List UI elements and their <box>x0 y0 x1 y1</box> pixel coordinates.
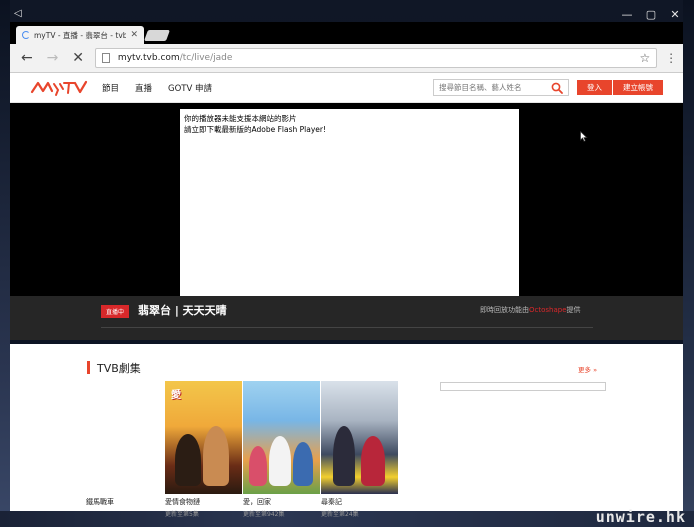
loading-spinner-icon <box>22 31 30 39</box>
octoshape-credit: 即時回放功能由Octoshape提供 <box>480 305 581 315</box>
url-path: /tc/live/jade <box>179 53 233 63</box>
octo-suffix: 提供 <box>566 306 581 314</box>
octoshape-link[interactable]: Octoshape <box>529 306 567 314</box>
back-arrow-icon[interactable]: ← <box>14 50 40 66</box>
flash-warning-line1: 你的播放器未能支援本網站的影片 <box>184 114 297 123</box>
poster-figure <box>361 436 385 486</box>
mouse-cursor-icon <box>580 131 588 142</box>
drama-title: 愛情食物鏈 <box>165 498 200 506</box>
new-tab-button[interactable] <box>143 30 171 41</box>
poster-figure <box>249 446 267 486</box>
drama-title: 鐵馬戰車 <box>86 498 114 506</box>
address-bar[interactable]: mytv.tvb.com /tc/live/jade ☆ <box>94 48 658 68</box>
mytv-logo[interactable] <box>30 78 88 98</box>
search-icon[interactable] <box>551 82 563 94</box>
drama-episode: 更新至第942集 <box>243 511 285 518</box>
back-icon[interactable]: ◁ <box>14 8 22 19</box>
drama-item[interactable]: 愛情食物鏈 更新至第5集 <box>165 497 200 518</box>
poster-come-home-love[interactable] <box>243 381 320 494</box>
drama-episode: 更新至第5集 <box>165 511 199 518</box>
tab-title: myTV - 直播 - 翡翠台 - tvb.co <box>34 30 127 40</box>
site-nav: 節目 直播 GOTV 申請 <box>102 82 212 94</box>
nav-gotv[interactable]: GOTV 申請 <box>168 82 212 94</box>
flash-warning: 你的播放器未能支援本網站的影片 請立即下載最新版的Adobe Flash Pla… <box>180 109 519 296</box>
live-info-bar: 直播中 翡翠台 | 天天天晴 即時回放功能由Octoshape提供 <box>10 296 683 340</box>
tab-close-icon[interactable]: ✕ <box>130 30 138 40</box>
poster-row: 愛 <box>165 381 398 494</box>
search-input[interactable] <box>439 83 551 92</box>
browser-window: myTV - 直播 - 翡翠台 - tvb.co ✕ ← → ✕ mytv.tv… <box>10 22 683 518</box>
drama-title: 愛，回家 <box>243 498 271 506</box>
drama-item[interactable]: 愛，回家 更新至第942集 <box>243 497 284 518</box>
desktop-edge-left <box>0 0 10 527</box>
tab-mytv[interactable]: myTV - 直播 - 翡翠台 - tvb.co ✕ <box>16 26 144 44</box>
poster-figure <box>175 434 201 486</box>
drama-section: TVB劇集 更多 » 愛 鐵馬戰車 愛情食物鏈 更新至第5集 愛，回家 更新至第… <box>10 344 683 518</box>
window-controls: — ▢ ✕ <box>620 8 682 22</box>
nav-live[interactable]: 直播 <box>135 82 152 94</box>
watermark: unwire.hk <box>595 508 686 526</box>
desktop-edge-right <box>683 0 694 527</box>
tab-strip: myTV - 直播 - 翡翠台 - tvb.co ✕ <box>10 22 683 44</box>
poster-figure <box>293 442 313 486</box>
octo-prefix: 即時回放功能由 <box>480 306 529 314</box>
register-button[interactable]: 建立帳號 <box>612 80 663 95</box>
poster-figure <box>203 426 229 486</box>
flash-warning-line2[interactable]: 請立即下載最新版的Adobe Flash Player! <box>184 124 515 135</box>
forward-arrow-icon[interactable]: → <box>40 50 66 66</box>
browser-toolbar: ← → ✕ mytv.tvb.com /tc/live/jade ☆ ⋮ <box>10 44 683 73</box>
poster-title-art: 愛 <box>171 390 181 401</box>
browser-menu-icon[interactable]: ⋮ <box>663 51 679 65</box>
poster-figure <box>333 426 355 486</box>
url-host: mytv.tvb.com <box>117 53 180 63</box>
section-title: TVB劇集 <box>97 362 141 375</box>
bookmark-star-icon[interactable]: ☆ <box>639 51 650 65</box>
channel-title: 翡翠台 | 天天天晴 <box>138 304 227 317</box>
poster-captions: 鐵馬戰車 愛情食物鏈 更新至第5集 愛，回家 更新至第942集 尋秦記 更新至第… <box>86 497 546 518</box>
video-player[interactable]: 你的播放器未能支援本網站的影片 請立即下載最新版的Adobe Flash Pla… <box>10 103 683 296</box>
page-icon <box>101 53 110 63</box>
site-search <box>433 79 569 96</box>
auth-buttons: 登入 建立帳號 <box>577 80 663 95</box>
side-panel <box>440 382 606 391</box>
drama-episode: 更新至第24集 <box>321 511 359 518</box>
maximize-icon[interactable]: ▢ <box>644 8 658 22</box>
site-header: 節目 直播 GOTV 申請 登入 建立帳號 <box>10 73 683 103</box>
divider <box>101 327 593 328</box>
stop-icon[interactable]: ✕ <box>65 50 91 66</box>
more-link[interactable]: 更多 » <box>578 364 597 374</box>
drama-item[interactable]: 尋秦記 更新至第24集 <box>321 497 359 518</box>
section-accent <box>87 361 90 374</box>
nav-programmes[interactable]: 節目 <box>102 82 119 94</box>
minimize-icon[interactable]: — <box>620 8 634 22</box>
login-button[interactable]: 登入 <box>577 80 612 95</box>
drama-item[interactable]: 鐵馬戰車 <box>86 497 114 507</box>
live-badge: 直播中 <box>101 305 130 318</box>
poster-a-step-into-the-past[interactable] <box>321 381 398 494</box>
poster-figure <box>269 436 291 486</box>
close-icon[interactable]: ✕ <box>668 8 682 22</box>
drama-title: 尋秦記 <box>321 498 342 506</box>
poster-love-food-chain[interactable]: 愛 <box>165 381 242 494</box>
